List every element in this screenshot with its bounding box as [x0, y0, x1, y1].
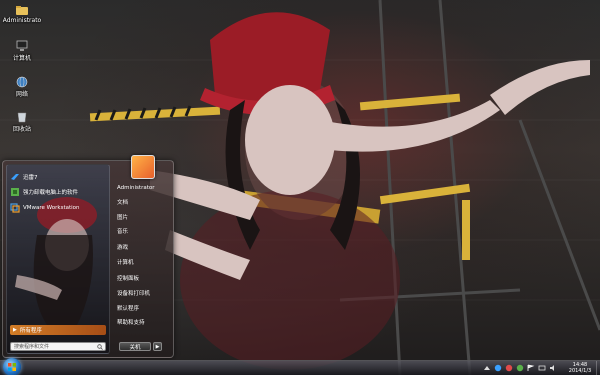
- start-menu-right-pane: Administrator 文档 图片 音乐 游戏 计算机 控制面板 设备和打印…: [111, 155, 171, 357]
- start-menu: 迅雷7 强力卸载电脑上的软件 VMware Workstation ▶ 所有程序: [2, 155, 174, 358]
- shutdown-button[interactable]: 关机: [119, 342, 151, 351]
- desktop-icon-network[interactable]: 网络: [2, 76, 42, 98]
- desktop-icon-label: 回收站: [12, 126, 31, 133]
- tray-app-icon[interactable]: [494, 364, 502, 372]
- play-arrow-icon: ▶: [13, 327, 17, 333]
- start-menu-item-default-programs[interactable]: 默认程序: [117, 303, 171, 313]
- start-button[interactable]: [3, 358, 21, 375]
- desktop-icon-label: 计算机: [12, 55, 31, 62]
- show-desktop-button[interactable]: [596, 361, 600, 375]
- clock-date: 2014/1/3: [568, 368, 592, 374]
- user-avatar[interactable]: [131, 155, 155, 179]
- recycle-bin-icon: [17, 112, 27, 123]
- pinned-item-label: VMware Workstation: [23, 205, 80, 211]
- folder-icon: [16, 6, 28, 15]
- all-programs-label: 所有程序: [19, 328, 42, 334]
- search-placeholder: 搜索程序和文件: [14, 344, 50, 350]
- start-menu-item-games[interactable]: 游戏: [117, 242, 171, 252]
- taskbar: 14:48 2014/1/3: [0, 358, 600, 375]
- start-menu-item-help-support[interactable]: 帮助和支持: [117, 317, 171, 327]
- uninstall-icon: [11, 188, 19, 196]
- pinned-item-uninstall[interactable]: 强力卸载电脑上的软件: [10, 186, 106, 198]
- search-icon: [97, 344, 103, 350]
- pinned-item-label: 强力卸载电脑上的软件: [23, 190, 79, 196]
- network-icon: [16, 76, 28, 88]
- desktop-icon-computer[interactable]: 计算机: [2, 40, 42, 62]
- pinned-item-thunder[interactable]: 迅雷7: [10, 171, 106, 183]
- action-center-flag-icon[interactable]: [527, 364, 535, 372]
- volume-icon[interactable]: [549, 364, 557, 372]
- shutdown-options-button[interactable]: ▶: [153, 342, 162, 351]
- clock[interactable]: 14:48 2014/1/3: [565, 362, 595, 374]
- desktop-icon-user-folder[interactable]: Administrato: [2, 4, 42, 24]
- computer-icon: [16, 40, 28, 51]
- tray-expand-icon[interactable]: [483, 364, 491, 372]
- vmware-icon: [10, 203, 20, 213]
- all-programs-button[interactable]: ▶ 所有程序: [10, 325, 106, 335]
- pinned-item-label: 迅雷7: [23, 175, 38, 181]
- start-menu-left-pane: 迅雷7 强力卸载电脑上的软件 VMware Workstation ▶ 所有程序: [6, 164, 110, 354]
- thunder-icon: [11, 174, 19, 180]
- start-menu-user-name[interactable]: Administrator: [117, 183, 171, 193]
- desktop-icon-label: Administrato: [2, 17, 42, 24]
- desktop-icon-label: 网络: [15, 91, 28, 98]
- desktop: Administrato 计算机 网络 回收站 迅雷7 强力卸载电脑上的软件 V…: [0, 0, 600, 375]
- network-status-icon[interactable]: [538, 364, 546, 372]
- start-menu-item-pictures[interactable]: 图片: [117, 212, 171, 222]
- start-menu-item-music[interactable]: 音乐: [117, 226, 171, 236]
- tray-app-icon[interactable]: [505, 364, 513, 372]
- start-menu-item-devices-printers[interactable]: 设备和打印机: [117, 288, 171, 298]
- start-menu-item-control-panel[interactable]: 控制面板: [117, 273, 171, 283]
- desktop-icon-recycle-bin[interactable]: 回收站: [2, 111, 42, 133]
- chevron-right-icon: ▶: [155, 343, 160, 350]
- start-menu-item-computer[interactable]: 计算机: [117, 257, 171, 267]
- start-menu-item-documents[interactable]: 文档: [117, 197, 171, 207]
- search-input[interactable]: 搜索程序和文件: [10, 342, 106, 351]
- windows-logo-icon: [8, 363, 16, 371]
- tray-app-icon[interactable]: [516, 364, 524, 372]
- pinned-item-vmware[interactable]: VMware Workstation: [10, 202, 106, 214]
